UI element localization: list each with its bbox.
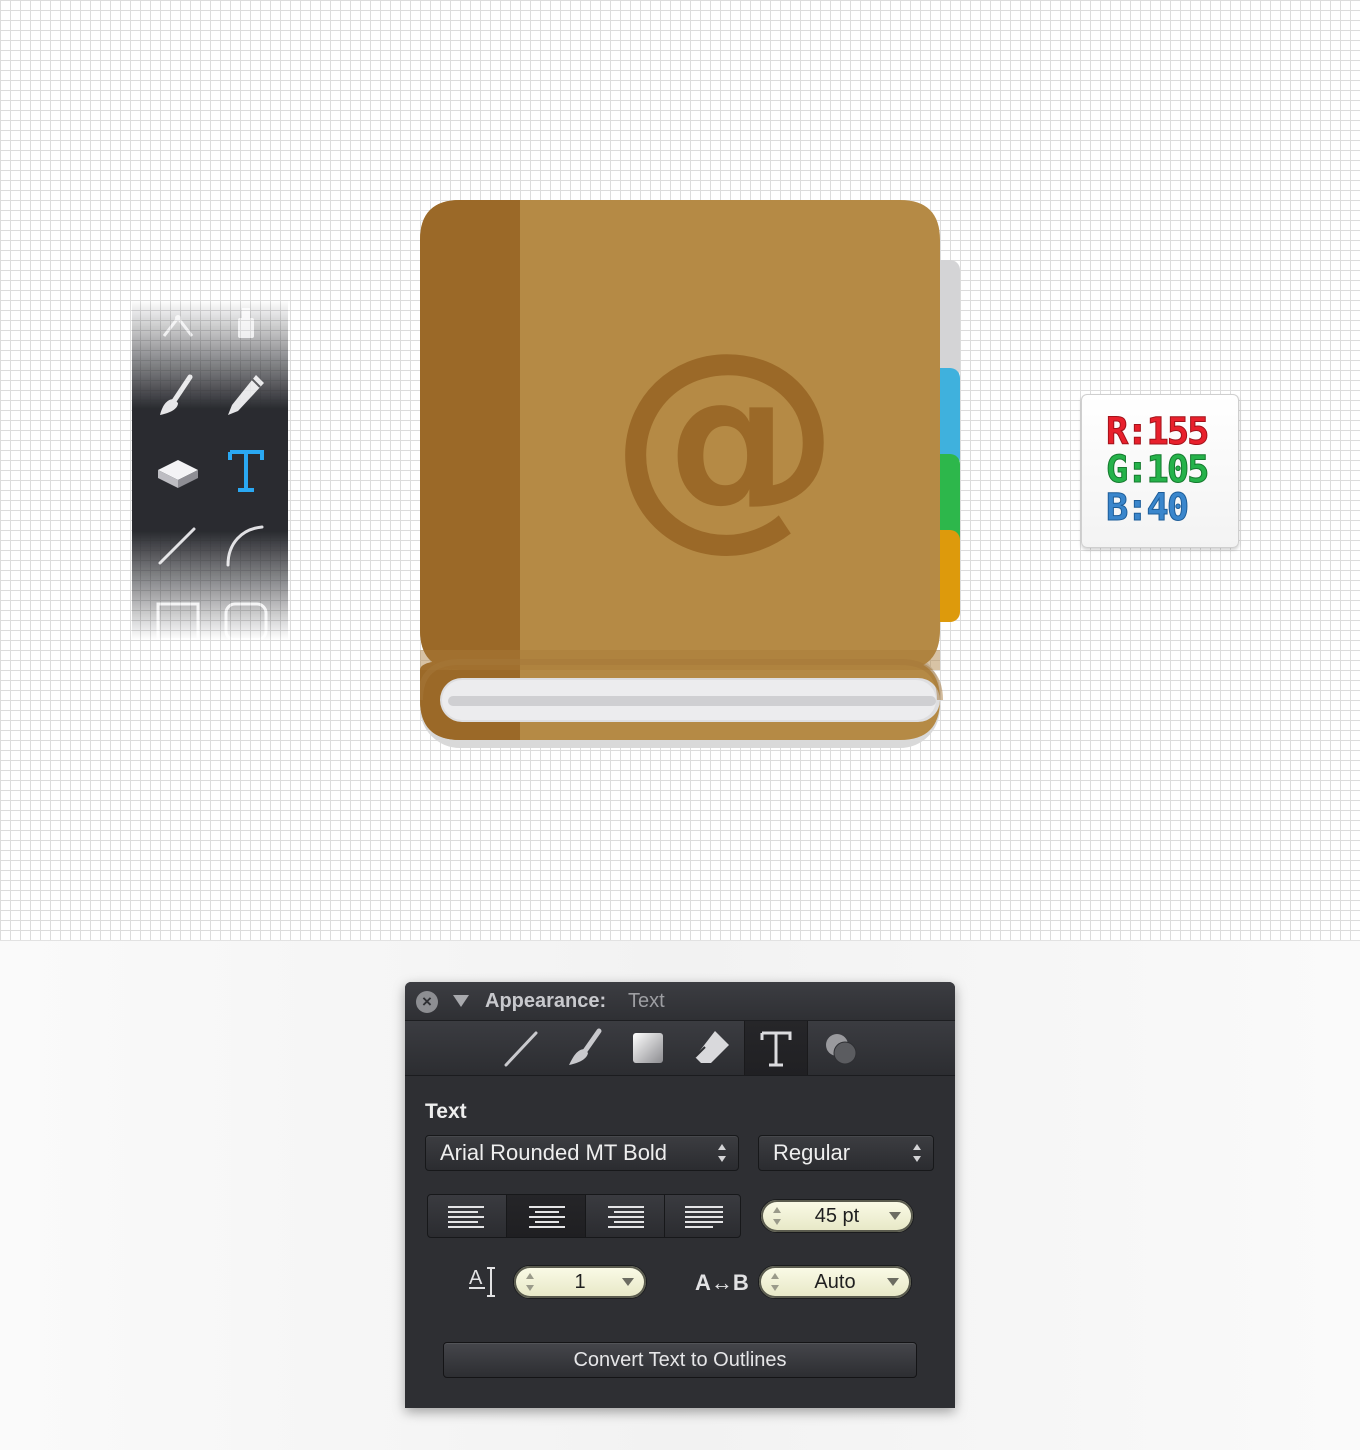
convert-text-to-outlines-button[interactable]: Convert Text to Outlines bbox=[443, 1342, 917, 1378]
font-style-value: Regular bbox=[773, 1140, 851, 1165]
appearance-panel: × Appearance: Text Text Arial Rounded MT… bbox=[405, 982, 955, 1408]
at-symbol: @ bbox=[610, 304, 840, 571]
tab-eraser[interactable] bbox=[681, 1021, 743, 1075]
align-left-icon bbox=[448, 1206, 484, 1228]
tab-effects[interactable] bbox=[810, 1021, 872, 1075]
address-book-icon[interactable]: @ bbox=[420, 200, 980, 760]
stepper-arrows-icon bbox=[718, 1144, 728, 1162]
arc-icon[interactable] bbox=[216, 515, 276, 575]
tool-palette bbox=[132, 300, 288, 642]
blue-value: B:40 bbox=[1105, 486, 1189, 529]
pencil-icon[interactable] bbox=[216, 365, 276, 425]
text-tool-icon[interactable] bbox=[216, 440, 276, 500]
chevron-down-icon[interactable] bbox=[889, 1212, 901, 1220]
text-alignment-group bbox=[427, 1194, 741, 1238]
close-icon[interactable]: × bbox=[416, 991, 438, 1013]
green-value: G:105 bbox=[1105, 448, 1209, 491]
eraser-icon bbox=[694, 1031, 729, 1063]
panel-title: Appearance: bbox=[485, 990, 607, 1012]
text-icon bbox=[760, 1031, 792, 1067]
brush-icon[interactable] bbox=[148, 365, 208, 425]
stepper-arrows-icon bbox=[913, 1144, 923, 1162]
chevron-down-icon[interactable] bbox=[887, 1278, 899, 1286]
tracking-stepper[interactable]: Auto bbox=[758, 1265, 912, 1299]
leading-stepper[interactable]: 1 bbox=[513, 1265, 647, 1299]
rounded-rectangle-icon[interactable] bbox=[216, 590, 276, 650]
collapse-triangle-icon[interactable] bbox=[453, 995, 469, 1007]
font-style-select[interactable]: Regular bbox=[758, 1135, 934, 1171]
pen-icon[interactable] bbox=[148, 300, 208, 360]
tab-fill[interactable] bbox=[617, 1021, 679, 1075]
eraser-icon[interactable] bbox=[148, 440, 208, 500]
align-justify-button[interactable] bbox=[665, 1195, 740, 1237]
align-justify-icon bbox=[685, 1206, 723, 1228]
appearance-tab-bar bbox=[405, 1021, 955, 1076]
rectangle-icon[interactable] bbox=[148, 590, 208, 650]
color-value-card: R:155 G:105 B:40 bbox=[1081, 394, 1239, 548]
stroke-icon bbox=[504, 1031, 538, 1067]
svg-text:A: A bbox=[469, 1267, 483, 1289]
tab-brush[interactable] bbox=[553, 1021, 615, 1075]
section-label: Text bbox=[425, 1100, 467, 1123]
align-right-button[interactable] bbox=[586, 1195, 665, 1237]
brush-icon bbox=[569, 1028, 602, 1065]
red-value: R:155 bbox=[1105, 410, 1209, 453]
align-left-button[interactable] bbox=[428, 1195, 507, 1237]
line-icon[interactable] bbox=[148, 515, 208, 575]
chevron-down-icon[interactable] bbox=[622, 1278, 634, 1286]
font-size-stepper[interactable]: 45 pt bbox=[760, 1199, 914, 1233]
leading-icon: A bbox=[467, 1264, 501, 1300]
align-right-icon bbox=[608, 1206, 644, 1228]
align-center-icon bbox=[529, 1206, 565, 1228]
align-center-button[interactable] bbox=[507, 1195, 586, 1237]
font-family-value: Arial Rounded MT Bold bbox=[440, 1140, 668, 1165]
fill-icon bbox=[633, 1033, 663, 1063]
panel-header: × Appearance: Text bbox=[405, 982, 955, 1021]
text-pen-icon[interactable] bbox=[216, 300, 276, 360]
tab-text[interactable] bbox=[744, 1021, 808, 1075]
drawing-canvas[interactable]: @ R:155 G:105 B:40 bbox=[0, 0, 1360, 941]
tab-stroke[interactable] bbox=[490, 1021, 552, 1075]
tracking-icon: A↔B bbox=[695, 1270, 749, 1295]
effects-icon bbox=[826, 1034, 857, 1065]
font-family-select[interactable]: Arial Rounded MT Bold bbox=[425, 1135, 739, 1171]
panel-subtitle: Text bbox=[628, 990, 665, 1012]
